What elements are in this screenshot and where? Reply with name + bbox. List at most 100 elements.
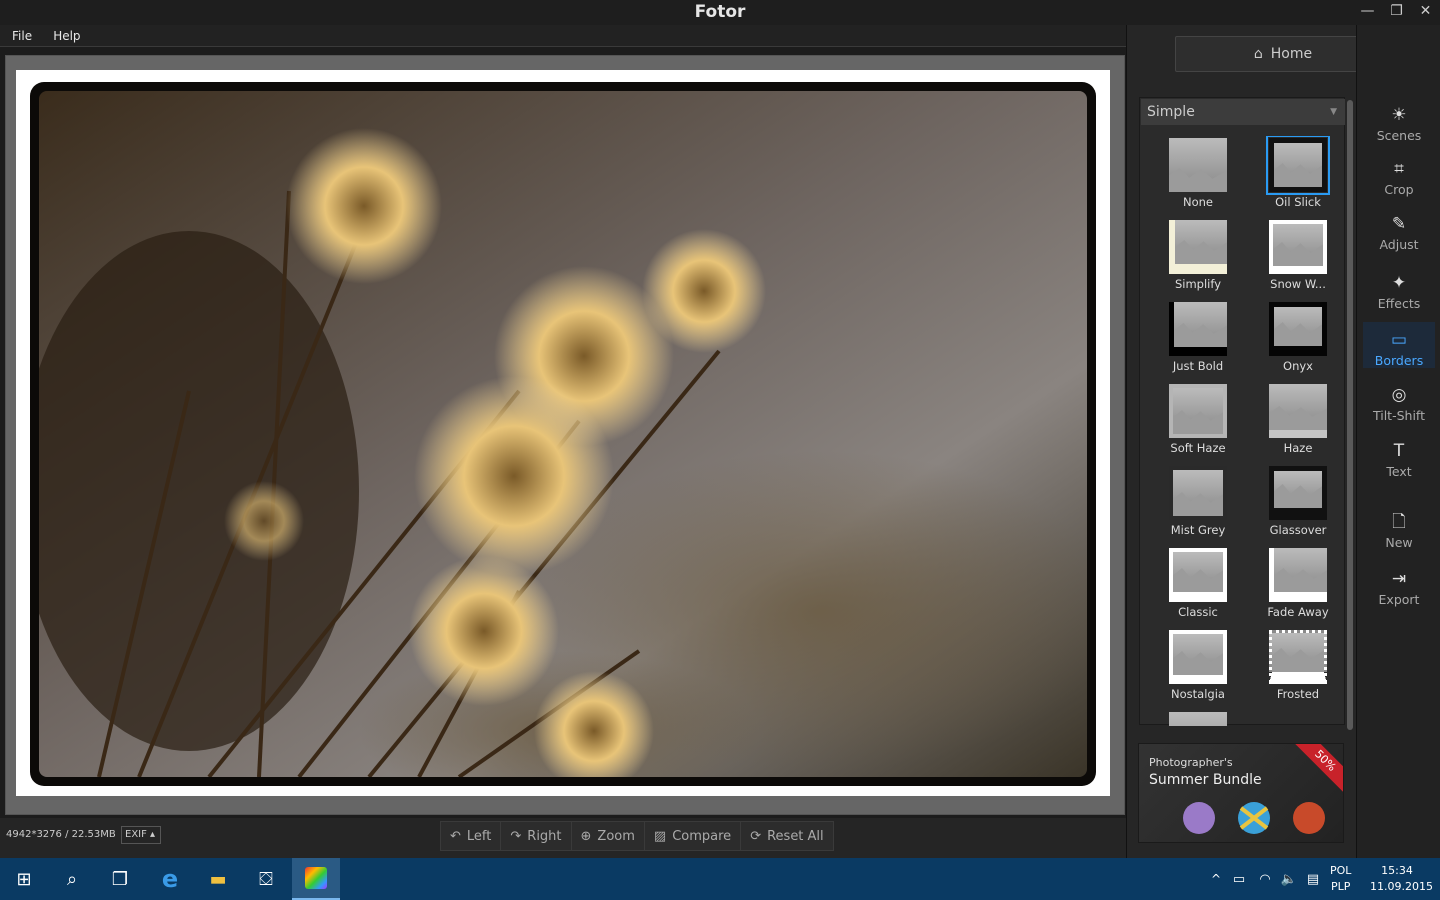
border-thumb [1269, 466, 1327, 520]
tray-overflow-button[interactable]: ^ [1206, 858, 1226, 900]
minimize-button[interactable]: — [1353, 0, 1382, 22]
task-view-button[interactable]: ❐ [96, 858, 144, 900]
border-mist-grey[interactable]: Mist Grey [1148, 466, 1248, 542]
reset-icon: ⟳ [750, 828, 762, 844]
volume-button[interactable]: 🔈 [1278, 858, 1300, 900]
new-file-icon: 🗋 [1392, 512, 1406, 532]
border-label: Classic [1178, 605, 1218, 619]
edge-browser-button[interactable]: e [146, 858, 194, 900]
border-label: Fade Away [1267, 605, 1329, 619]
file-explorer-button[interactable]: ▬ [194, 858, 242, 900]
search-button[interactable]: ⌕ [48, 858, 96, 900]
rotate-left-button[interactable]: ↶ Left [441, 822, 502, 850]
menu-file[interactable]: File [12, 25, 32, 47]
home-label: Home [1270, 46, 1313, 62]
promo-line1: Photographer's [1149, 756, 1233, 769]
effects-icon: ✦ [1391, 273, 1407, 293]
tilt-shift-icon: ◎ [1391, 385, 1407, 405]
network-button[interactable]: ◠ [1254, 858, 1276, 900]
border-nostalgia[interactable]: Nostalgia [1148, 630, 1248, 706]
photo-border-frame [16, 70, 1110, 796]
borders-icon: ▭ [1390, 330, 1408, 350]
rotate-right-label: Right [527, 828, 562, 844]
fotor-taskbar-button[interactable] [292, 858, 340, 900]
borders-panel: Simple ▼ None Oil Slick Simplify Snow W.… [1139, 97, 1346, 726]
input-language[interactable]: POL PLP [1330, 863, 1351, 895]
reset-all-button[interactable]: ⟳ Reset All [741, 822, 832, 850]
compare-icon: ▨ [653, 828, 667, 844]
tool-label: Effects [1377, 296, 1421, 311]
border-more[interactable] [1148, 712, 1248, 726]
border-oil-slick[interactable]: Oil Slick [1248, 136, 1346, 214]
tool-borders[interactable]: ▭ Borders [1363, 322, 1435, 368]
exif-button[interactable]: EXIF ▴ [121, 826, 161, 844]
border-thumb [1169, 384, 1227, 438]
border-thumb [1269, 302, 1327, 356]
tool-label: Borders [1374, 353, 1424, 368]
tool-tilt-shift[interactable]: ◎ Tilt-Shift [1363, 377, 1435, 423]
zoom-button[interactable]: ⊕ Zoom [572, 822, 645, 850]
view-toolbar: ↶ Left ↷ Right ⊕ Zoom ▨ Compare ⟳ Reset All [440, 821, 834, 851]
lang-line1: POL [1330, 864, 1352, 877]
tool-label: Export [1378, 592, 1420, 607]
border-frosted[interactable]: Frosted [1248, 630, 1346, 706]
wifi-icon: ◠ [1259, 871, 1271, 887]
promo-banner[interactable]: Photographer's Summer Bundle 50% [1138, 743, 1344, 843]
compare-label: Compare [672, 828, 732, 844]
start-button[interactable]: ⊞ [0, 858, 48, 900]
clock[interactable]: 15:34 11.09.2015 [1370, 863, 1433, 895]
rotate-left-label: Left [466, 828, 492, 844]
tool-adjust[interactable]: ✎ Adjust [1363, 206, 1435, 252]
border-simplify[interactable]: Simplify [1148, 220, 1248, 296]
border-onyx[interactable]: Onyx [1248, 302, 1346, 378]
app-title: Fotor [694, 2, 746, 22]
oil-slick-border [30, 82, 1096, 786]
border-label: Oil Slick [1275, 195, 1321, 209]
border-label: Soft Haze [1170, 441, 1226, 455]
windows-logo-icon: ⊞ [16, 868, 32, 890]
store-button[interactable]: ⛋ [242, 858, 290, 900]
border-category-dropdown[interactable]: Simple ▼ [1141, 99, 1345, 125]
border-just-bold[interactable]: Just Bold [1148, 302, 1248, 378]
zoom-label: Zoom [597, 828, 635, 844]
tool-sidebar: ☀ Scenes ⌗ Crop ✎ Adjust ✦ Effects ▭ Borders … [1356, 25, 1440, 858]
image-dimensions: 4942*3276 / 22.53MB [6, 829, 116, 840]
photo-image[interactable] [39, 91, 1087, 777]
tool-text[interactable]: T Text [1363, 433, 1435, 479]
export-icon: ⇥ [1391, 569, 1407, 589]
rotate-right-icon: ↷ [510, 828, 522, 844]
border-thumb [1169, 302, 1227, 356]
task-view-icon: ❐ [111, 868, 129, 890]
window-controls: — ❐ ✕ [1353, 0, 1440, 22]
border-thumb [1266, 136, 1330, 195]
discount-badge: 50% [1290, 744, 1343, 796]
lang-line2: PLP [1331, 880, 1351, 893]
close-button[interactable]: ✕ [1411, 0, 1440, 22]
tool-label: Adjust [1379, 237, 1419, 252]
border-snow-white[interactable]: Snow W... [1248, 220, 1346, 296]
battery-button[interactable]: ▭ [1228, 858, 1250, 900]
tool-crop[interactable]: ⌗ Crop [1363, 151, 1435, 197]
border-fade-away[interactable]: Fade Away [1248, 548, 1346, 624]
border-none[interactable]: None [1148, 138, 1248, 214]
tool-effects[interactable]: ✦ Effects [1363, 265, 1435, 311]
tool-new[interactable]: 🗋 New [1363, 504, 1435, 550]
border-classic[interactable]: Classic [1148, 548, 1248, 624]
tool-scenes[interactable]: ☀ Scenes [1363, 97, 1435, 143]
action-center-button[interactable]: ▤ [1302, 858, 1324, 900]
border-thumb [1269, 548, 1327, 602]
border-glassover[interactable]: Glassover [1248, 466, 1346, 542]
border-thumb [1169, 466, 1227, 520]
title-bar: Fotor — ❐ ✕ [0, 0, 1440, 25]
borders-sidebar: ⌂ Home Simple ▼ None Oil Slick Simplify … [1126, 25, 1391, 858]
border-list-scrollbar[interactable] [1347, 100, 1353, 730]
compare-button[interactable]: ▨ Compare [645, 822, 742, 850]
restore-button[interactable]: ❐ [1382, 0, 1411, 22]
tool-export[interactable]: ⇥ Export [1363, 561, 1435, 607]
menu-help[interactable]: Help [53, 25, 80, 47]
rotate-right-button[interactable]: ↷ Right [501, 822, 572, 850]
border-haze[interactable]: Haze [1248, 384, 1346, 460]
zoom-icon: ⊕ [580, 828, 592, 844]
crop-icon: ⌗ [1394, 159, 1404, 179]
border-soft-haze[interactable]: Soft Haze [1148, 384, 1248, 460]
